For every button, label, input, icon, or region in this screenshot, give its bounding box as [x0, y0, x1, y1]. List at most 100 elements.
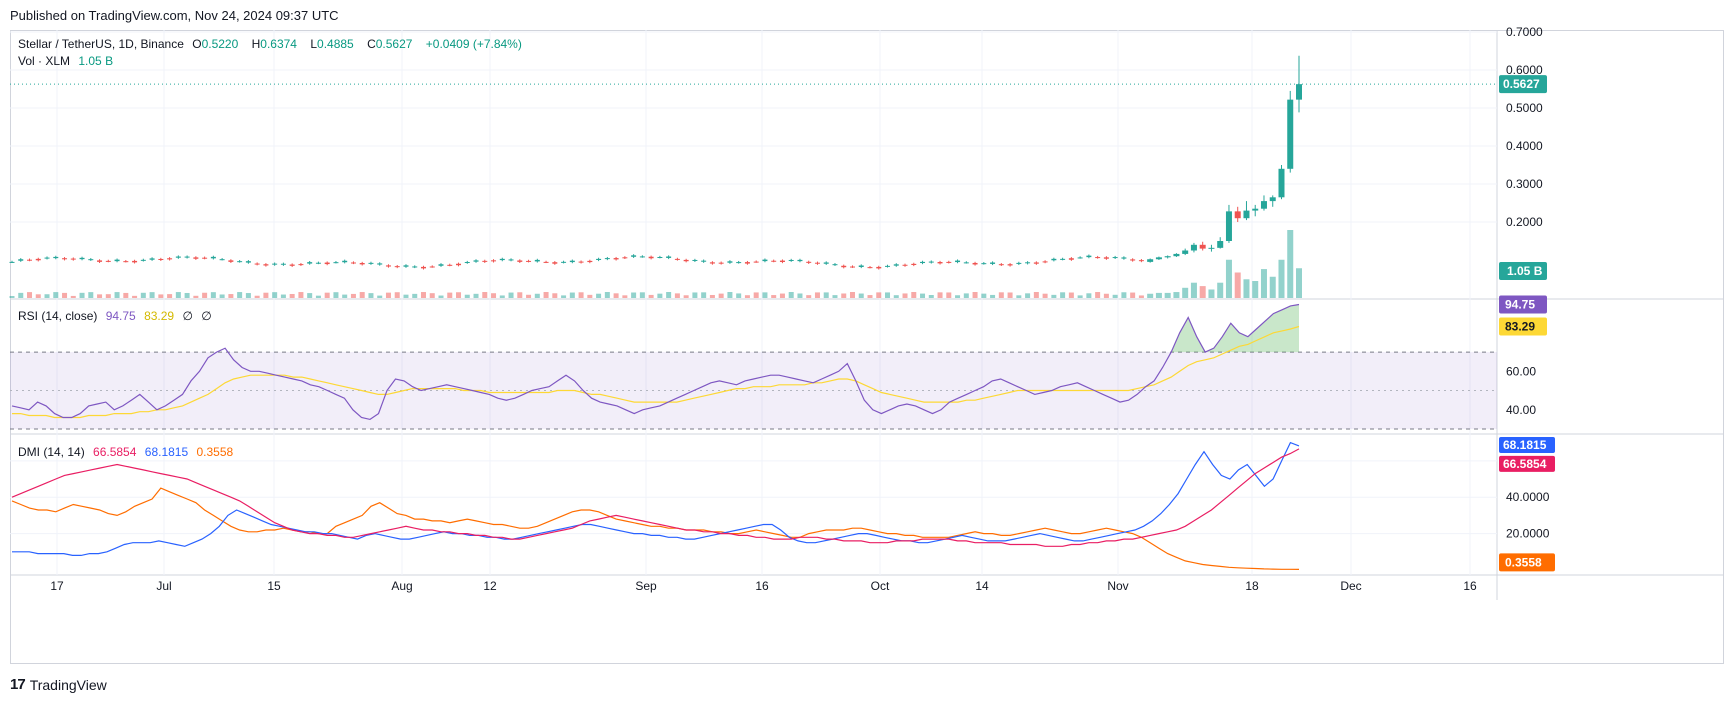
- candle-body: [1234, 211, 1241, 219]
- volume-bar: [1252, 281, 1259, 298]
- candle-body: [342, 260, 348, 263]
- o-label: O: [192, 37, 202, 51]
- candle-body: [543, 261, 549, 263]
- candle-body: [587, 260, 593, 263]
- candle-body: [175, 256, 181, 258]
- c-label: C: [367, 37, 376, 51]
- candle-body: [202, 257, 208, 259]
- candle-body: [683, 259, 689, 262]
- candle-body: [876, 266, 882, 269]
- candle-body: [149, 258, 155, 260]
- volume-bar: [1025, 293, 1031, 298]
- candle-body: [990, 262, 996, 264]
- price-tick-label: 0.6000: [1506, 63, 1543, 77]
- candle-body: [245, 261, 251, 263]
- volume-bar: [981, 293, 987, 298]
- volume-bar: [263, 292, 269, 298]
- volume-bar: [885, 292, 891, 298]
- volume-bar: [543, 292, 549, 298]
- tradingview-logo[interactable]: 17 TradingView: [10, 676, 107, 693]
- candle-body: [315, 262, 321, 264]
- candle-body: [885, 265, 891, 267]
- candle-body: [1287, 99, 1294, 169]
- candle-body: [158, 258, 164, 260]
- candle-body: [753, 261, 759, 263]
- candle-body: [666, 256, 672, 258]
- volume-bar: [561, 295, 567, 298]
- candle-body: [53, 256, 59, 259]
- dmi-label: DMI (14, 14): [18, 445, 85, 459]
- volume-bar: [394, 292, 400, 298]
- candle-body: [1051, 258, 1057, 261]
- volume-bar: [1016, 295, 1022, 298]
- volume-bar: [1095, 292, 1101, 298]
- volume-bar: [596, 293, 602, 298]
- candle-body: [709, 262, 715, 264]
- volume-bar: [508, 292, 514, 298]
- x-tick-label: 14: [975, 579, 989, 593]
- symbol-label: Stellar / TetherUS, 1D, Binance: [18, 37, 184, 51]
- volume-bar: [876, 292, 882, 298]
- volume-bar: [105, 294, 111, 298]
- candle-body: [350, 262, 356, 264]
- volume-bar: [1068, 292, 1074, 298]
- candle-body: [1103, 257, 1109, 259]
- volume-bar: [158, 294, 164, 298]
- candle-body: [972, 262, 978, 265]
- volume-bar: [333, 292, 339, 298]
- candle-body: [1164, 256, 1171, 258]
- volume-bar: [858, 293, 864, 298]
- volume-bar: [298, 292, 304, 298]
- candle-body: [1147, 259, 1154, 262]
- volume-bar: [447, 292, 453, 298]
- rsi-badge-label: 94.75: [1505, 297, 1535, 311]
- volume-bar: [657, 293, 663, 298]
- volume-bar: [385, 292, 391, 298]
- volume-bar: [639, 292, 645, 298]
- candle-body: [1016, 262, 1022, 264]
- volume-bar: [727, 292, 733, 298]
- volume-bar: [683, 295, 689, 298]
- candle-body: [1278, 168, 1285, 198]
- candle-body: [1225, 211, 1232, 241]
- volume-bar: [849, 292, 855, 298]
- rsi-label: RSI (14, close): [18, 309, 98, 323]
- candle-body: [657, 256, 663, 258]
- candle-body: [88, 259, 94, 261]
- volume-bar: [771, 295, 777, 298]
- volume-bar: [1182, 287, 1189, 298]
- volume-bar: [946, 292, 952, 298]
- volume-bar: [1217, 282, 1224, 298]
- volume-bar: [578, 292, 584, 298]
- price-tick-label: 0.4000: [1506, 139, 1543, 153]
- candle-body: [1252, 208, 1259, 211]
- rsi-legend: RSI (14, close) 94.75 83.29 ∅ ∅: [18, 309, 217, 323]
- volume-bar: [79, 292, 85, 298]
- candle-body: [911, 263, 917, 265]
- volume-bar: [823, 292, 829, 298]
- candle-body: [114, 259, 120, 262]
- volume-bar: [1234, 272, 1241, 298]
- candle-body: [946, 261, 952, 263]
- candle-body: [718, 262, 724, 264]
- volume-bar: [1112, 294, 1118, 298]
- candle-body: [648, 256, 654, 259]
- volume-legend: Vol · XLM 1.05 B: [18, 54, 118, 68]
- x-tick-label: Jul: [156, 579, 171, 593]
- candle-body: [604, 258, 610, 260]
- volume-bar: [420, 292, 426, 298]
- chart-canvas[interactable]: 17 Jul 15 Aug 12 Sep 16 Oct 14 Nov 18 Dec 16 0.7000 0.…: [0, 0, 1734, 703]
- tradingview-logo-icon: 17: [10, 676, 26, 693]
- candle-body: [228, 260, 234, 262]
- rsi-tick-label: 40.00: [1506, 403, 1536, 417]
- volume-bar: [97, 294, 103, 298]
- candle-body: [639, 256, 645, 258]
- volume-bar: [1130, 292, 1136, 298]
- x-tick-label: Dec: [1340, 579, 1361, 593]
- di-plus-badge-label: 66.5854: [1503, 457, 1547, 471]
- volume-bar: [1287, 230, 1294, 298]
- candle-body: [692, 259, 698, 261]
- volume-bar: [814, 292, 820, 298]
- candle-body: [1130, 259, 1136, 261]
- candle-body: [1217, 241, 1224, 248]
